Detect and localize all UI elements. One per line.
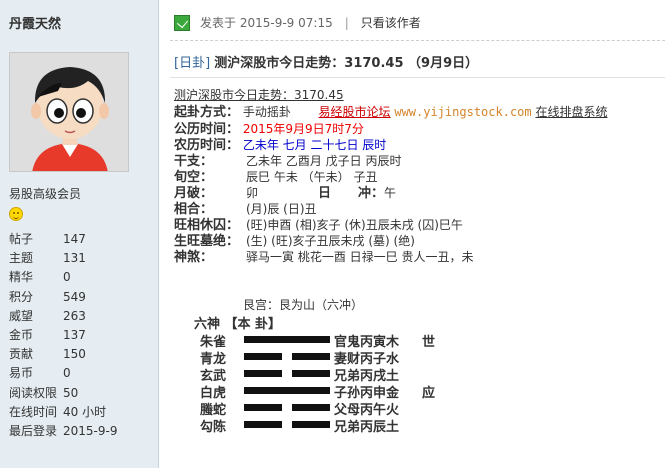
smiley-rank-icon bbox=[9, 207, 23, 221]
stat-row-read-permission: 阅读权限 50 bbox=[9, 384, 117, 403]
divider bbox=[170, 40, 665, 41]
cartoon-avatar-icon[interactable] bbox=[9, 52, 129, 172]
shi-ying-mark: 世 bbox=[422, 335, 436, 350]
online-chart-link[interactable]: 在线排盘系统 bbox=[535, 105, 607, 119]
site-url-link[interactable]: www.yijingstock.com bbox=[394, 105, 531, 119]
stat-value[interactable]: 147 bbox=[63, 232, 86, 246]
stat-row-posts: 帖子 147 bbox=[9, 230, 117, 249]
stat-value: 50 bbox=[63, 385, 79, 400]
chong-value: 午 bbox=[384, 186, 397, 200]
hexagram-header: 六神 【本 卦】 bbox=[194, 317, 282, 332]
six-spirit-label: 勾陈 bbox=[200, 420, 227, 435]
stat-label: 积分 bbox=[9, 289, 34, 304]
yin-segment bbox=[292, 404, 330, 411]
stat-label: 主题 bbox=[9, 251, 34, 266]
stat-row-threads: 主题 131 bbox=[9, 249, 117, 268]
intro-text: 测沪深股市今日走势：3170.45 bbox=[174, 88, 344, 102]
stat-value: 137 bbox=[63, 327, 86, 342]
online-status-icon bbox=[174, 14, 190, 31]
stat-value: 40 小时 bbox=[63, 404, 107, 419]
post-meta: 发表于 2015-9-9 07:15 | 只看该作者 bbox=[174, 14, 421, 31]
user-group[interactable]: 易股高级会员 bbox=[9, 185, 81, 202]
stat-row-online-time: 在线时间 40 小时 bbox=[9, 403, 117, 422]
posted-time: 2015-9-9 07:15 bbox=[239, 15, 333, 30]
post-title: [日卦] 测沪深股市今日走势：3170.45 （9月9日） bbox=[174, 52, 478, 71]
stat-label: 精华 bbox=[9, 270, 34, 285]
yin-segment bbox=[292, 353, 330, 360]
shensha-label: 神煞： bbox=[174, 250, 214, 265]
palace-label: 艮宫：艮为山（六冲） bbox=[243, 298, 364, 312]
stat-value: 263 bbox=[63, 308, 86, 323]
username[interactable]: 丹霞天然 bbox=[9, 13, 61, 32]
stat-label: 贡献 bbox=[9, 347, 34, 362]
divider bbox=[170, 77, 665, 78]
yang-line bbox=[244, 387, 330, 394]
yin-segment bbox=[244, 370, 282, 377]
stat-value[interactable]: 131 bbox=[63, 251, 86, 265]
forum-link[interactable]: 易经股市论坛 bbox=[319, 105, 391, 119]
line-relation: 兄弟丙辰土 bbox=[334, 420, 400, 435]
stat-label: 帖子 bbox=[9, 232, 34, 246]
yang-segment bbox=[244, 336, 330, 343]
title-text: 测沪深股市今日走势：3170.45 （9月9日） bbox=[214, 56, 479, 71]
yin-segment bbox=[244, 353, 282, 360]
shensha-line: 神煞： 驿马一寅 桃花一酉 日禄一巳 贵人一丑，未 bbox=[174, 246, 473, 265]
stat-row-prestige: 威望 263 bbox=[9, 307, 117, 326]
yin-line bbox=[244, 404, 330, 411]
user-sidebar: 丹霞天然 易股高级会员 帖子 147 主题 131 精华 0 积分 549 威望… bbox=[0, 0, 159, 468]
stat-label: 金币 bbox=[9, 327, 34, 342]
yang-segment bbox=[244, 387, 330, 394]
stat-label: 最后登录 bbox=[9, 423, 58, 438]
chong-label: 冲： bbox=[358, 186, 385, 201]
stat-row-digest: 精华 0 bbox=[9, 268, 117, 287]
stat-value: 150 bbox=[63, 347, 86, 362]
stat-row-gold: 金币 137 bbox=[9, 326, 117, 345]
yin-segment bbox=[244, 404, 282, 411]
stat-row-contribution: 贡献 150 bbox=[9, 345, 117, 364]
stat-label: 在线时间 bbox=[9, 404, 58, 419]
yang-line bbox=[244, 336, 330, 343]
shensha-value: 驿马一寅 桃花一酉 日禄一巳 贵人一丑，未 bbox=[246, 250, 474, 264]
yin-line bbox=[244, 353, 330, 360]
stat-row-points: 积分 549 bbox=[9, 288, 117, 307]
yin-segment bbox=[292, 421, 330, 428]
ri-label: 日 bbox=[318, 186, 332, 201]
yin-line bbox=[244, 370, 330, 377]
user-stats: 帖子 147 主题 131 精华 0 积分 549 威望 263 金币 137 贡献 150 … bbox=[9, 230, 117, 441]
stat-label: 易币 bbox=[9, 366, 34, 381]
stat-row-yibi: 易币 0 bbox=[9, 364, 117, 383]
author-only-link[interactable]: 只看该作者 bbox=[361, 14, 421, 31]
yin-segment bbox=[292, 370, 330, 377]
stat-label: 阅读权限 bbox=[9, 385, 58, 400]
meta-separator: | bbox=[344, 15, 349, 30]
title-tag[interactable]: [日卦] bbox=[174, 56, 210, 71]
stat-value: 2015-9-9 bbox=[63, 423, 118, 438]
stat-value[interactable]: 549 bbox=[63, 290, 86, 304]
stat-value: 0 bbox=[63, 366, 71, 381]
yin-segment bbox=[244, 421, 282, 428]
stat-label: 威望 bbox=[9, 308, 34, 323]
yin-line bbox=[244, 421, 330, 428]
method-value: 手动摇卦 bbox=[242, 105, 291, 119]
stat-row-last-login: 最后登录 2015-9-9 bbox=[9, 422, 117, 441]
stat-value[interactable]: 0 bbox=[63, 270, 71, 284]
posted-prefix: 发表于 bbox=[200, 16, 237, 30]
shi-ying-mark: 应 bbox=[422, 386, 436, 401]
